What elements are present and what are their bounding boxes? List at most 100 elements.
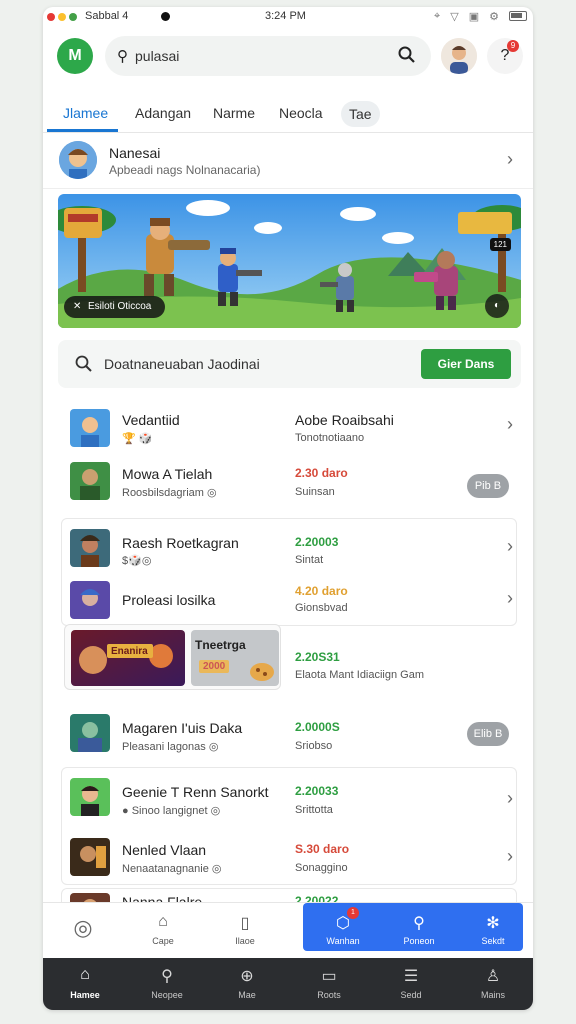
action-pill[interactable]: Pib B: [467, 474, 509, 498]
active-tab-indicator: [47, 129, 118, 132]
pages-icon: ▭: [321, 968, 337, 985]
status-time: 3:24 PM: [265, 10, 306, 22]
action-pill[interactable]: Elib B: [467, 722, 509, 746]
avatar-face-icon: [441, 38, 477, 74]
item-thumbnail: [70, 462, 110, 500]
status-bar: Sabbal 4 3:24 PM ⌖ ▽ ▣ ⚙: [43, 7, 533, 27]
nav-roots[interactable]: ▭ Roots: [289, 958, 369, 1010]
profile-row[interactable]: Nanesai Apbeadi nags Nolnanacaria) ›: [43, 135, 533, 189]
item-price: 4.20 daro: [295, 584, 348, 598]
list-item[interactable]: Vedantiid 🏆 🎲 Aobe Roaibsahi Tonotnotiaa…: [43, 400, 533, 456]
document-icon: ▯: [240, 915, 250, 932]
profile-name: Nanesai: [109, 145, 161, 161]
chevron-right-icon: ›: [507, 414, 513, 434]
list-item[interactable]: Magaren I'uis Daka Pleasani lagonas ◎ 2.…: [43, 706, 533, 762]
list-item[interactable]: Mowa A Tielah Roosbilsdagriam ◎ 2.30 dar…: [43, 458, 533, 514]
item-title: Nenled Vlaan: [122, 842, 207, 858]
promo-2-value: 2000: [199, 660, 230, 673]
item-meta: Srittotta: [295, 804, 333, 816]
phone-screen: Sabbal 4 3:24 PM ⌖ ▽ ▣ ⚙ M ⚲ pulasai ? 9…: [43, 7, 533, 1010]
camera-dot: [161, 12, 170, 21]
tab-0[interactable]: Jlamee: [55, 99, 116, 127]
window-dots: [47, 13, 77, 21]
person-icon: ♙: [485, 968, 501, 985]
nav-explore[interactable]: ⚲ Neopee: [127, 958, 207, 1010]
list-icon: ☰: [403, 968, 419, 985]
chevron-right-icon: ›: [507, 149, 513, 169]
sim-icon: ▣: [468, 11, 480, 23]
tab-3[interactable]: Neocla: [271, 99, 331, 127]
close-icon[interactable]: ✕: [73, 296, 81, 318]
secondary-search[interactable]: Doatnaneuaban Jaodinai Gier Dans: [58, 340, 521, 388]
notification-badge: 9: [507, 40, 519, 52]
item-subtitle: Pleasani lagonas ◎: [122, 741, 219, 753]
action-bar: ◎ ⌂ Cape ▯ Ilaoe ⬡ Wanhan 1 ⚲ Poneon ✻ S…: [43, 902, 533, 958]
app-logo[interactable]: M: [57, 38, 93, 74]
item-thumbnail: [70, 714, 110, 752]
app-header: M ⚲ pulasai ? 9: [43, 35, 533, 91]
promo-image-1: Enanira: [71, 630, 185, 686]
secondary-search-placeholder: Doatnaneuaban Jaodinai: [104, 356, 260, 372]
nav-top-3[interactable]: ⬡ Wanhan 1: [303, 903, 383, 959]
notification-button[interactable]: ? 9: [487, 38, 523, 74]
list-item[interactable]: Proleasi losilka 4.20 daro Gionsbvad ›: [43, 572, 533, 628]
tab-bar: Jlamee Adangan Narme Neocla Tae: [43, 91, 533, 133]
item-thumbnail: [70, 409, 110, 447]
home-icon: ⌂: [80, 966, 90, 983]
chevron-right-icon: ›: [507, 536, 513, 556]
nav-list[interactable]: ☰ Sedd: [371, 958, 451, 1010]
item-thumbnail: [70, 838, 110, 876]
promo-card[interactable]: Enanira Tneetrga 2000: [64, 624, 281, 690]
tab-4[interactable]: Tae: [341, 101, 380, 127]
home-outline-icon: ⌂: [158, 913, 168, 930]
item-price: Aobe Roaibsahi: [295, 412, 394, 428]
item-meta: Tonotnotiaano: [295, 432, 365, 444]
target-icon: ◎: [73, 915, 93, 940]
magnifier-icon[interactable]: [397, 45, 417, 65]
bottom-navigation: ⌂ Hamee ⚲ Neopee ⊕ Mae ▭ Roots ☰ Sedd ♙ …: [43, 958, 533, 1010]
nav-map[interactable]: ⊕ Mae: [207, 958, 287, 1010]
promo-price: 2.20S31: [295, 650, 340, 664]
tab-1[interactable]: Adangan: [127, 99, 199, 127]
profile-subtitle: Apbeadi nags Nolnanacaria): [109, 163, 261, 177]
compass-icon: ⊕: [240, 968, 254, 985]
item-thumbnail: [70, 778, 110, 816]
list-item[interactable]: Nenled Vlaan Nenaatanagnanie ◎ S.30 daro…: [43, 832, 533, 888]
promo-1-title: Enanira: [111, 646, 148, 657]
search-input[interactable]: ⚲ pulasai: [105, 36, 431, 76]
item-title: Magaren I'uis Daka: [122, 720, 243, 736]
user-avatar[interactable]: [441, 38, 477, 74]
nav-top-1[interactable]: ⌂ Cape: [123, 903, 203, 959]
nav-home[interactable]: ⌂ Hamee: [45, 958, 125, 1010]
chevron-right-icon: ›: [507, 588, 513, 608]
item-price: 2.0000S: [295, 720, 340, 734]
nav-top-4[interactable]: ⚲ Poneon: [379, 903, 459, 959]
list-item[interactable]: Raesh Roetkagran $🎲◎ 2.20003 Sintat ›: [43, 520, 533, 576]
banner-caption: ✕ Esiloti Oticcoa: [64, 296, 166, 318]
nav-top-5[interactable]: ✻ Sekdt: [453, 903, 533, 959]
item-subtitle: ● Sinoo langignet ◎: [122, 805, 221, 817]
network-icon: ✻: [486, 915, 500, 932]
nav-top-0[interactable]: ◎: [43, 903, 123, 959]
item-price: 2.30 daro: [295, 466, 348, 480]
nav-top-2[interactable]: ▯ Ilaoe: [205, 903, 285, 959]
item-title: Mowa A Tielah: [122, 466, 213, 482]
item-thumbnail: [70, 581, 110, 619]
green-action-button[interactable]: Gier Dans: [421, 349, 511, 379]
play-icon[interactable]: ◐: [485, 294, 509, 318]
carrier-label: Sabbal 4: [85, 10, 129, 22]
item-subtitle: 🏆 🎲: [122, 433, 153, 445]
item-price: 2.20003: [295, 535, 339, 549]
nav-badge: 1: [347, 907, 359, 919]
wifi-icon: ▽: [450, 11, 459, 23]
item-title: Vedantiid: [122, 412, 180, 428]
item-meta: Gionsbvad: [295, 602, 348, 614]
nav-profile[interactable]: ♙ Mains: [453, 958, 533, 1010]
item-meta: Sriobso: [295, 740, 333, 752]
battery-icon: [509, 11, 527, 21]
tab-2[interactable]: Narme: [205, 99, 263, 127]
list-item[interactable]: Geenie T Renn Sanorkt ● Sinoo langignet …: [43, 772, 533, 828]
item-meta: Suinsan: [295, 486, 335, 498]
game-banner[interactable]: ✕ Esiloti Oticcoa 121 ◐: [58, 194, 521, 328]
chevron-right-icon: ›: [507, 788, 513, 808]
